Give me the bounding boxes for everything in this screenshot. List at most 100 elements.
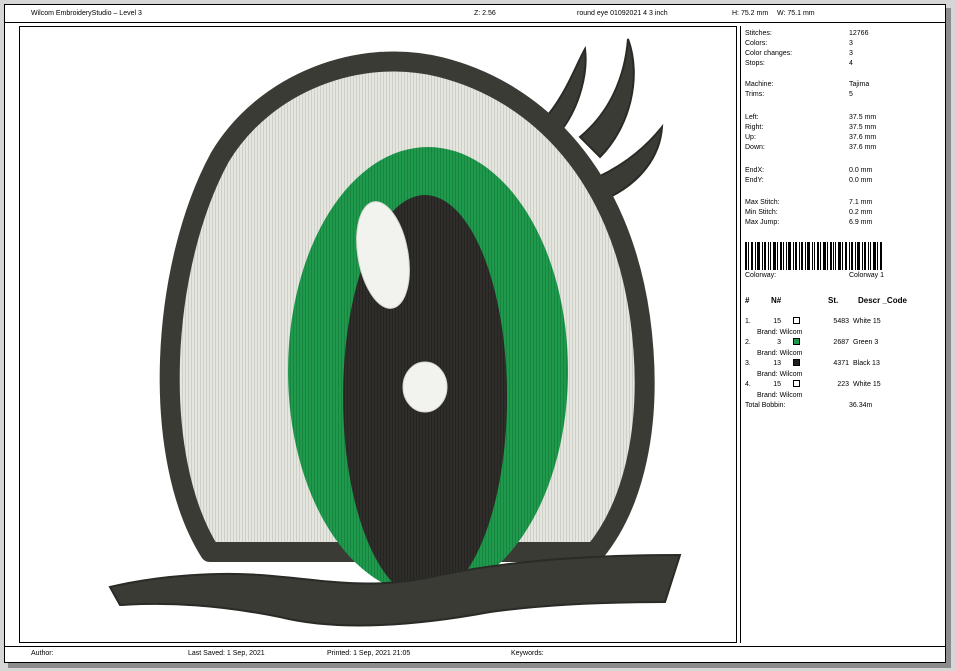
eyelash-2 xyxy=(578,38,635,159)
stat-row-color-changes: Color changes: 3 xyxy=(745,50,943,59)
stat-label: Colors: xyxy=(745,40,768,47)
col-header-code: N# xyxy=(771,296,782,305)
color-swatch xyxy=(793,338,800,345)
row-number: 2. xyxy=(745,339,751,346)
stat-row-min-stitch: Min Stitch: 0.2 mm xyxy=(745,209,943,218)
stat-row-stops: Stops: 4 xyxy=(745,60,943,69)
zoom-readout: Z: 2.56 xyxy=(474,10,496,17)
author-label: Author: xyxy=(31,650,54,657)
printed-date: Printed: 1 Sep, 2021 21:05 xyxy=(327,650,411,657)
stat-value: 0.0 mm xyxy=(849,167,873,174)
stat-value: 6.9 mm xyxy=(849,219,873,226)
thread-brand: Brand: Wilcom xyxy=(757,392,803,399)
stat-label: Trims: xyxy=(745,91,765,98)
row-number: 4. xyxy=(745,381,751,388)
stat-row-trims: Trims: 5 xyxy=(745,91,943,100)
stat-row-down: Down: 37.6 mm xyxy=(745,144,943,153)
stat-row-machine: Machine: Tajima xyxy=(745,81,943,90)
stat-value: 37.6 mm xyxy=(849,134,877,141)
stitch-count: 2687 xyxy=(833,339,849,346)
stat-value: 7.1 mm xyxy=(849,199,873,206)
thread-description: Green 3 xyxy=(853,339,879,346)
stat-row-left: Left: 37.5 mm xyxy=(745,114,943,123)
stat-label: Total Bobbin: xyxy=(745,402,786,409)
col-header-number: # xyxy=(745,296,750,305)
thread-row: 3. 13 4371 Black 13 Brand: Wilcom xyxy=(745,359,943,382)
stat-label: Max Jump: xyxy=(745,219,780,226)
stat-row-colors: Colors: 3 xyxy=(745,40,943,49)
thread-code: 15 xyxy=(773,318,781,325)
stat-label: Down: xyxy=(745,144,765,151)
stat-value: 0.2 mm xyxy=(849,209,873,216)
stat-label: Stitches: xyxy=(745,30,772,37)
stat-value: 3 xyxy=(849,50,853,57)
stat-label: Min Stitch: xyxy=(745,209,778,216)
thread-brand: Brand: Wilcom xyxy=(757,350,803,357)
stat-row-endx: EndX: 0.0 mm xyxy=(745,167,943,176)
row-number: 1. xyxy=(745,318,751,325)
stat-label: Max Stitch: xyxy=(745,199,780,206)
stat-label: Machine: xyxy=(745,81,774,88)
thread-code: 13 xyxy=(773,360,781,367)
stat-value: Colorway 1 xyxy=(849,272,885,279)
stat-value: 4 xyxy=(849,60,853,67)
stat-label: Stops: xyxy=(745,60,765,67)
stat-row-right: Right: 37.5 mm xyxy=(745,124,943,133)
thread-row: 2. 3 2687 Green 3 Brand: Wilcom xyxy=(745,338,943,361)
keywords-label: Keywords: xyxy=(511,650,544,657)
stat-value: 36.34m xyxy=(849,402,873,409)
design-preview[interactable] xyxy=(19,26,737,643)
stat-label: Colorway: xyxy=(745,272,777,279)
stat-value: 12766 xyxy=(849,30,869,37)
app-title: Wilcom EmbroideryStudio – Level 3 xyxy=(31,10,142,17)
thread-brand: Brand: Wilcom xyxy=(757,371,803,378)
thread-brand: Brand: Wilcom xyxy=(757,329,803,336)
stitch-count: 223 xyxy=(837,381,849,388)
stat-row-max-jump: Max Jump: 6.9 mm xyxy=(745,219,943,228)
stat-label: Left: xyxy=(745,114,759,121)
stat-row-endy: EndY: 0.0 mm xyxy=(745,177,943,186)
color-swatch xyxy=(793,380,800,387)
stat-label: EndY: xyxy=(745,177,764,184)
thread-row: 4. 15 223 White 15 Brand: Wilcom xyxy=(745,380,943,403)
thread-code: 15 xyxy=(773,381,781,388)
stat-label: Color changes: xyxy=(745,50,793,57)
thread-row: 1. 15 5483 White 15 Brand: Wilcom xyxy=(745,317,943,340)
thread-code: 3 xyxy=(777,339,781,346)
stat-label: Right: xyxy=(745,124,764,131)
embroidery-eye-design xyxy=(108,38,682,627)
stitch-count: 4371 xyxy=(833,360,849,367)
design-info-panel: Stitches: 12766 Colors: 3 Color changes: 3 … xyxy=(740,26,945,643)
stat-label: EndX: xyxy=(745,167,765,174)
highlight-small xyxy=(402,361,448,413)
color-swatch xyxy=(793,317,800,324)
stat-row-up: Up: 37.6 mm xyxy=(745,134,943,143)
worksheet-footer: Author: Last Saved: 1 Sep, 2021 Printed:… xyxy=(5,646,945,663)
stat-value: 0.0 mm xyxy=(849,177,873,184)
stat-value: Tajima xyxy=(849,81,870,88)
page-shadow-right xyxy=(946,8,951,667)
thread-description: Black 13 xyxy=(853,360,880,367)
page-shadow-bottom xyxy=(8,663,951,668)
stat-value: 5 xyxy=(849,91,853,98)
stat-value: 3 xyxy=(849,40,853,47)
last-saved: Last Saved: 1 Sep, 2021 xyxy=(188,650,265,657)
stat-label: Up: xyxy=(745,134,756,141)
color-swatch xyxy=(793,359,800,366)
stat-value: 37.6 mm xyxy=(849,144,877,151)
stat-row-stitches: Stitches: 12766 xyxy=(745,30,943,39)
barcode xyxy=(745,242,882,270)
design-name: round eye 01092021 4 3 inch xyxy=(577,10,668,17)
stat-value: 37.5 mm xyxy=(849,114,877,121)
row-number: 3. xyxy=(745,360,751,367)
design-height: H: 75.2 mm xyxy=(732,10,769,17)
worksheet-page: Wilcom EmbroideryStudio – Level 3 Z: 2.5… xyxy=(4,4,946,663)
col-header-description: Descr _Code xyxy=(858,296,907,305)
stat-row-max-stitch: Max Stitch: 7.1 mm xyxy=(745,199,943,208)
thread-description: White 15 xyxy=(853,381,881,388)
col-header-stitches: St. xyxy=(828,296,839,305)
thread-description: White 15 xyxy=(853,318,881,325)
worksheet-header: Wilcom EmbroideryStudio – Level 3 Z: 2.5… xyxy=(5,5,945,23)
stitch-count: 5483 xyxy=(833,318,849,325)
design-width: W: 75.1 mm xyxy=(777,10,815,17)
